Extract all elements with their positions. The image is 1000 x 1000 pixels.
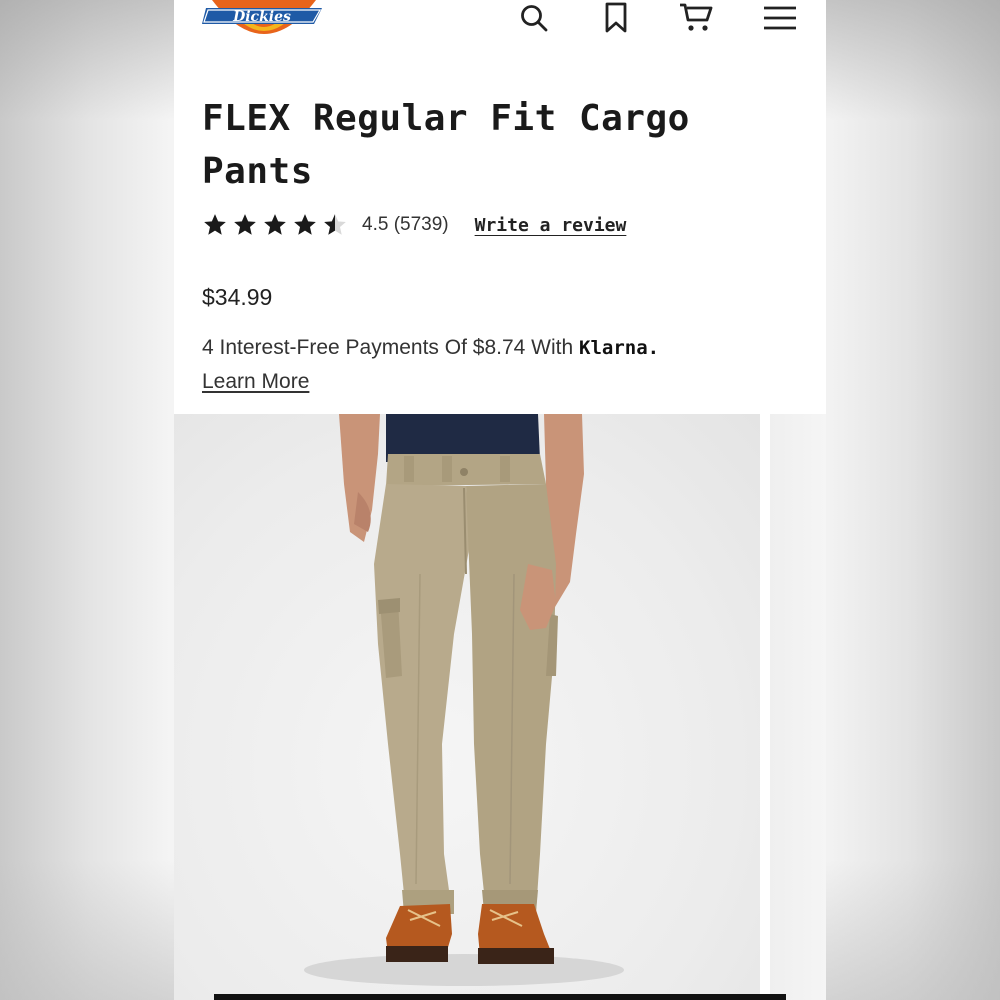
star-rating[interactable] xyxy=(202,212,348,238)
star-icon xyxy=(234,214,256,235)
star-icon xyxy=(264,214,286,235)
next-product-image-peek[interactable] xyxy=(770,414,826,1000)
mobile-page: Dickies FLEX Regular Fit Cargo Pants 4.5… xyxy=(174,0,826,1000)
learn-more-link[interactable]: Learn More xyxy=(202,370,309,394)
menu-icon xyxy=(763,4,797,32)
product-image[interactable] xyxy=(174,414,760,1000)
image-carousel-bar xyxy=(214,994,786,1000)
klarna-brand: Klarna. xyxy=(579,337,660,359)
cart-button[interactable] xyxy=(676,0,716,36)
search-button[interactable] xyxy=(514,0,554,36)
klarna-text: 4 Interest-Free Payments Of $8.74 With xyxy=(202,336,579,359)
klarna-installments: 4 Interest-Free Payments Of $8.74 With K… xyxy=(202,336,659,360)
menu-button[interactable] xyxy=(760,0,800,36)
product-price: $34.99 xyxy=(202,284,273,310)
dickies-logo[interactable]: Dickies xyxy=(202,0,326,48)
model-wearing-cargo-pants-image xyxy=(304,414,624,986)
write-review-link[interactable]: Write a review xyxy=(475,215,627,236)
product-title: FLEX Regular Fit Cargo Pants xyxy=(202,98,690,192)
rating-row: 4.5 (5739) Write a review xyxy=(202,210,626,240)
wishlist-button[interactable] xyxy=(596,0,636,36)
cart-icon xyxy=(678,2,714,34)
bookmark-icon xyxy=(603,2,629,34)
half-star-icon xyxy=(324,214,346,235)
star-icon xyxy=(204,214,226,235)
star-icon xyxy=(294,214,316,235)
search-icon xyxy=(519,3,549,33)
rating-summary[interactable]: 4.5 (5739) xyxy=(362,214,449,236)
svg-text:Dickies: Dickies xyxy=(232,9,291,25)
